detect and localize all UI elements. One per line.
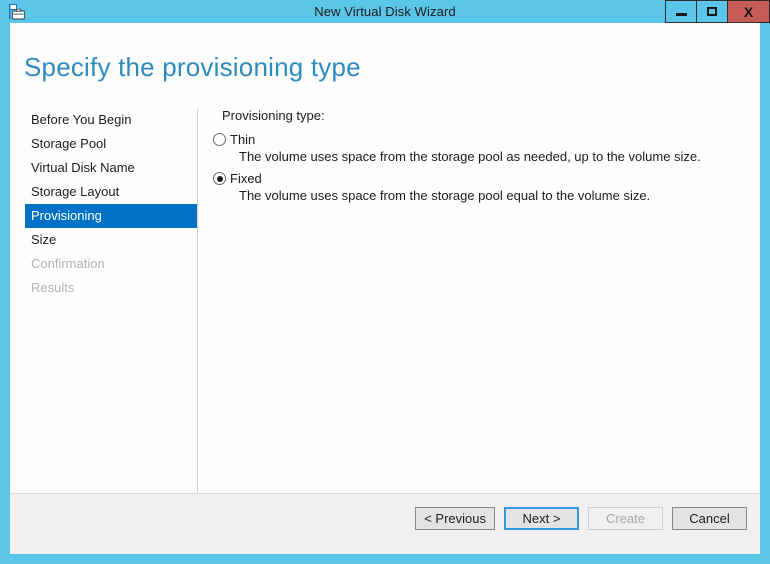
sidebar-item-storage-layout[interactable]: Storage Layout: [10, 180, 197, 204]
provisioning-options-panel: Provisioning type: Thin The volume uses …: [213, 108, 753, 210]
maximize-button[interactable]: [696, 0, 727, 23]
minimize-button[interactable]: [665, 0, 696, 23]
maximize-icon: [707, 7, 717, 16]
radio-thin-icon[interactable]: [213, 133, 226, 146]
wizard-step-nav: Before You Begin Storage Pool Virtual Di…: [10, 108, 197, 300]
cancel-button[interactable]: Cancel: [672, 507, 747, 530]
sidebar-item-storage-pool[interactable]: Storage Pool: [10, 132, 197, 156]
page-title: Specify the provisioning type: [24, 52, 361, 82]
window-controls: X: [665, 0, 770, 23]
provisioning-type-label: Provisioning type:: [222, 108, 325, 123]
sidebar-item-confirmation: Confirmation: [31, 256, 105, 271]
create-button: Create: [588, 507, 663, 530]
sidebar-item-size[interactable]: Size: [10, 228, 197, 252]
radio-fixed-description: The volume uses space from the storage p…: [239, 188, 651, 203]
radio-thin-description: The volume uses space from the storage p…: [239, 149, 701, 164]
radio-option-thin[interactable]: Thin: [213, 132, 753, 147]
sidebar-item-provisioning[interactable]: Provisioning: [25, 204, 197, 228]
radio-fixed-label: Fixed: [230, 171, 262, 186]
sidebar-item-virtual-disk-name[interactable]: Virtual Disk Name: [10, 156, 197, 180]
wizard-window: New Virtual Disk Wizard X Specify the pr…: [0, 0, 770, 564]
wizard-body: Before You Begin Storage Pool Virtual Di…: [10, 108, 760, 493]
minimize-icon: [675, 12, 687, 16]
next-button[interactable]: Next >: [504, 507, 579, 530]
radio-option-fixed[interactable]: Fixed: [213, 171, 753, 186]
radio-fixed-icon[interactable]: [213, 172, 226, 185]
wizard-client-area: Specify the provisioning type Before You…: [10, 23, 760, 554]
previous-button[interactable]: < Previous: [415, 507, 495, 530]
sidebar-item-results: Results: [31, 280, 75, 295]
wizard-footer: < Previous Next > Create Cancel: [10, 493, 760, 554]
footer-button-group: < Previous Next > Create Cancel: [415, 507, 747, 530]
close-button[interactable]: X: [727, 0, 770, 23]
content-divider: [197, 108, 198, 493]
window-title: New Virtual Disk Wizard: [314, 4, 456, 19]
sidebar-item-before-you-begin[interactable]: Before You Begin: [10, 108, 197, 132]
title-bar: New Virtual Disk Wizard X: [0, 0, 770, 23]
radio-thin-label: Thin: [230, 132, 256, 147]
